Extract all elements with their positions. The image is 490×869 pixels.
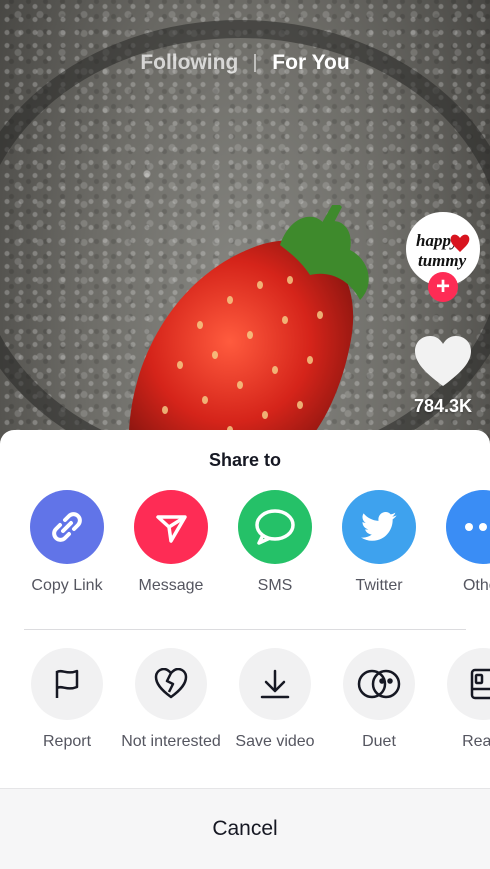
tab-for-you[interactable]: For You (256, 51, 365, 75)
svg-text:tummy: tummy (418, 251, 467, 270)
section-divider (24, 629, 466, 630)
share-targets-row: Copy Link Message SMS Twitter Oth (0, 490, 490, 630)
more-icon (446, 490, 490, 564)
not-interested-button[interactable]: Not interested (119, 648, 223, 752)
react-label: React (462, 733, 490, 750)
other-label: Other (462, 577, 490, 594)
broken-heart-icon (135, 648, 207, 720)
download-icon (239, 648, 311, 720)
follow-button[interactable]: + (428, 272, 458, 302)
duet-icon (343, 648, 415, 720)
share-sheet: Share to Copy Link Message SMS Twitter O… (0, 430, 490, 869)
actions-row: Report Not interested Save video Duet Re… (0, 648, 490, 788)
sms-icon (238, 490, 312, 564)
react-button[interactable]: React (431, 648, 490, 752)
flag-icon (31, 648, 103, 720)
send-icon (134, 490, 208, 564)
tab-following[interactable]: Following (124, 51, 254, 75)
cancel-button[interactable]: Cancel (0, 788, 490, 869)
share-sheet-title: Share to (208, 450, 282, 470)
duet-button[interactable]: Duet (327, 648, 431, 752)
like-count: 784.3K (413, 396, 473, 416)
sms-button[interactable]: SMS (223, 490, 327, 596)
feed-tabs: Following For You (0, 48, 490, 78)
report-button[interactable]: Report (15, 648, 119, 752)
report-label: Report (42, 733, 92, 750)
duet-label: Duet (362, 733, 396, 750)
other-share-button[interactable]: Other (431, 490, 490, 596)
heart-icon[interactable] (414, 336, 472, 388)
twitter-label: Twitter (355, 577, 403, 594)
react-icon (447, 648, 490, 720)
message-label: Message (138, 577, 204, 594)
copy-link-label: Copy Link (31, 577, 103, 594)
save-video-label: Save video (235, 733, 315, 750)
strawberry-image (128, 205, 369, 465)
save-video-button[interactable]: Save video (223, 648, 327, 752)
twitter-button[interactable]: Twitter (327, 490, 431, 596)
copy-link-button[interactable]: Copy Link (15, 490, 119, 596)
twitter-icon (342, 490, 416, 564)
not-interested-label: Not interested (121, 733, 221, 750)
link-icon (30, 490, 104, 564)
sms-label: SMS (257, 577, 293, 594)
message-button[interactable]: Message (119, 490, 223, 596)
